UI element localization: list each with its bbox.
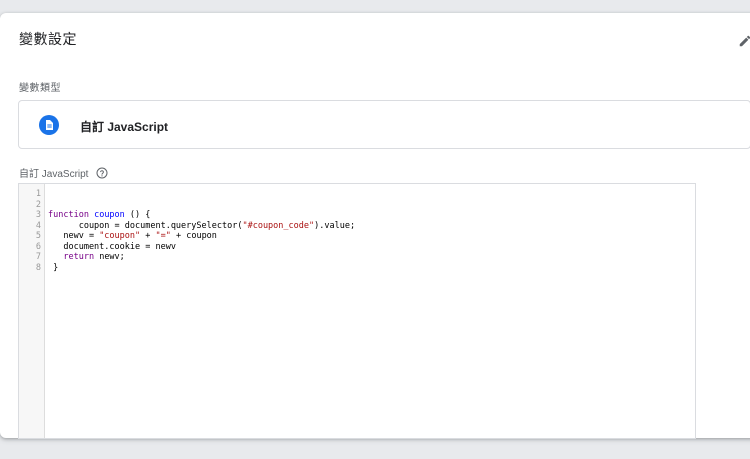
line-number-gutter: 12345678: [19, 184, 45, 438]
code-token: +: [140, 231, 156, 241]
code-line: coupon = document.querySelector("#coupon…: [48, 221, 691, 232]
line-number: 4: [35, 220, 41, 231]
line-number: 6: [35, 241, 41, 252]
code-token: return: [63, 252, 95, 262]
line-number: 2: [35, 199, 41, 210]
line-number: 8: [35, 262, 41, 273]
editor-label-row: 自訂 JavaScript: [19, 165, 108, 180]
code-token: }: [48, 262, 59, 273]
code-line: function coupon () {: [48, 210, 691, 221]
variable-type-label: 變數類型: [19, 83, 61, 94]
line-number: 3: [35, 210, 41, 220]
card-title: 變數設定: [19, 31, 77, 47]
code-line: return newv;: [48, 252, 691, 263]
document-icon: [39, 115, 59, 135]
code-line: document.cookie = newv: [48, 242, 691, 253]
code-token: () {: [124, 210, 151, 220]
code-token: "coupon": [99, 231, 141, 241]
variable-settings-card: 變數設定 變數類型 自訂 JavaScript 自訂 JavaScript 12…: [0, 13, 750, 439]
code-token: coupon = document.querySelector(: [48, 220, 243, 231]
code-token: ).value;: [314, 220, 356, 231]
editor-label: 自訂 JavaScript: [19, 169, 89, 180]
pencil-icon[interactable]: [738, 34, 750, 48]
code-token: "=": [155, 231, 171, 241]
line-number: 7: [35, 252, 41, 262]
code-token: function: [48, 210, 89, 220]
code-editor[interactable]: 12345678 function coupon () { coupon = d…: [18, 183, 696, 439]
code-line: }: [48, 263, 691, 274]
code-token: coupon: [94, 210, 125, 220]
code-token: newv =: [48, 231, 100, 241]
help-circle-icon[interactable]: [96, 167, 108, 179]
code-line: newv = "coupon" + "=" + coupon: [48, 231, 691, 242]
variable-type-name: 自訂 JavaScript: [80, 120, 169, 134]
code-text-area[interactable]: function coupon () { coupon = document.q…: [48, 189, 691, 273]
code-token: "#coupon_code": [242, 220, 315, 231]
line-number: 5: [35, 231, 41, 241]
code-token: + coupon: [170, 231, 217, 241]
variable-type-selector[interactable]: 自訂 JavaScript: [18, 100, 750, 149]
code-token: document.cookie = newv: [48, 241, 176, 252]
line-numbers: 12345678: [19, 184, 44, 273]
line-number: 1: [35, 189, 41, 199]
code-token: newv;: [94, 252, 125, 262]
